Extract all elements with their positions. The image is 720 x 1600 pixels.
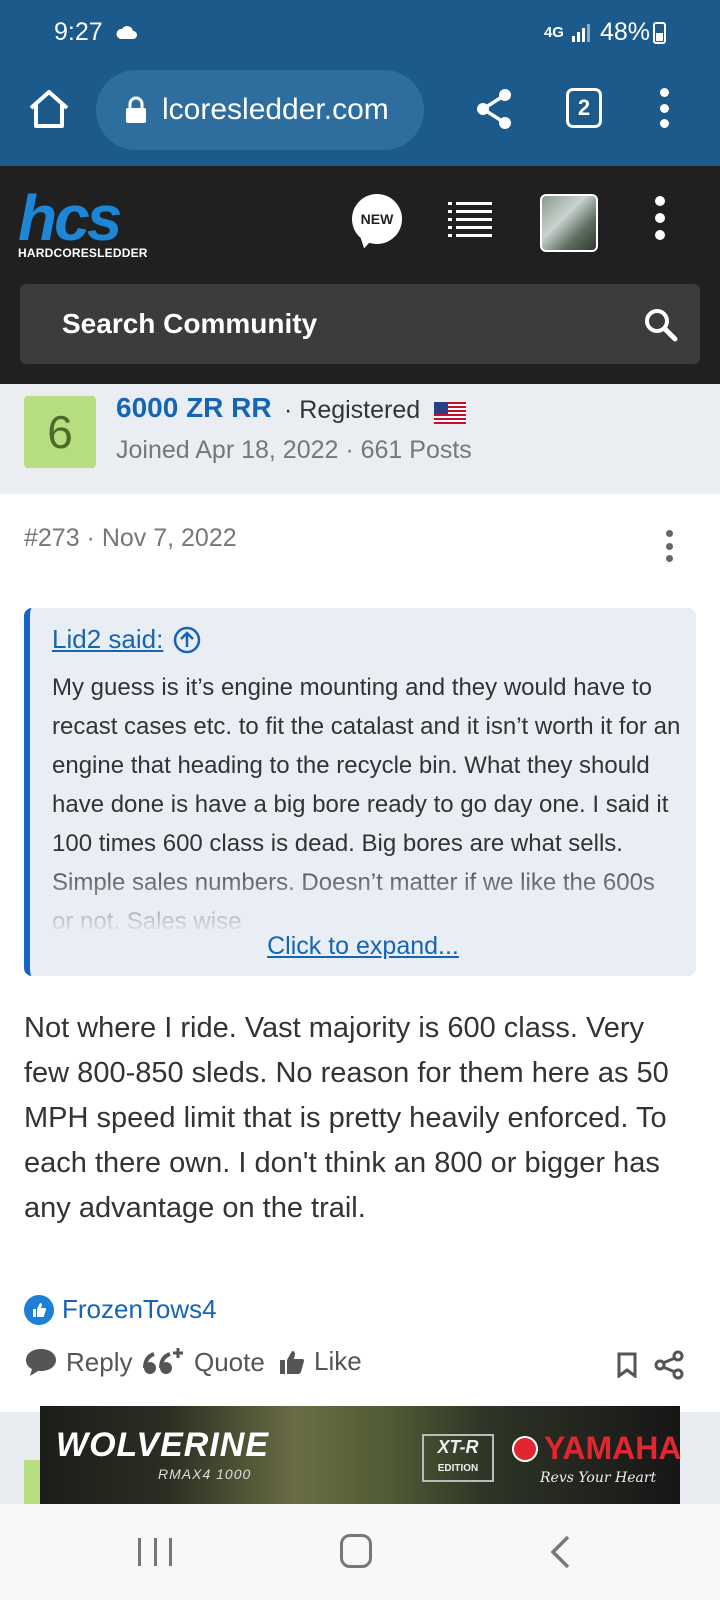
browser-menu-icon[interactable] — [652, 88, 676, 128]
battery-percent: 48% — [599, 18, 650, 46]
signal-icon — [571, 23, 590, 42]
post-likes[interactable]: FrozenTows4 — [24, 1294, 217, 1325]
cloud-icon — [116, 26, 137, 39]
search-community-input[interactable]: Search Community — [20, 284, 700, 364]
user-avatar-button[interactable] — [540, 194, 598, 252]
quote-label: Quote — [194, 1346, 265, 1377]
post-meta[interactable]: #273 · Nov 7, 2022 — [24, 524, 237, 553]
home-nav-icon[interactable] — [340, 1534, 372, 1568]
quote-button[interactable]: Quote — [142, 1346, 265, 1378]
logo-letters: hcs — [18, 182, 122, 254]
list-icon[interactable] — [448, 200, 492, 240]
site-header: hcs HARDCORESLEDDER NEW Search Community — [0, 166, 720, 384]
network-indicator: 4G — [543, 24, 564, 41]
click-to-expand-link[interactable]: Click to expand... — [30, 932, 696, 961]
us-flag-icon — [434, 402, 466, 424]
status-bar: 9:27 4G 48% — [0, 0, 720, 66]
speech-bubble-icon — [26, 1349, 56, 1376]
post-author-strip: 6 6000 ZR RR · Registered Joined Apr 18,… — [0, 384, 720, 494]
post-menu-icon[interactable] — [662, 530, 676, 562]
quote-marks-icon — [143, 1348, 183, 1374]
search-icon[interactable] — [642, 306, 678, 342]
reply-button[interactable]: Reply — [24, 1346, 132, 1378]
quote-block: Lid2 said: My guess is it’s engine mount… — [24, 608, 696, 976]
author-role: · Registered — [284, 396, 421, 424]
lock-icon — [126, 96, 146, 123]
url-text: lcoresledder.com — [162, 93, 389, 126]
ad-model-text: RMAX4 1000 — [158, 1466, 252, 1482]
site-logo[interactable]: hcs HARDCORESLEDDER — [18, 182, 148, 260]
yamaha-logo: YAMAHA — [512, 1430, 680, 1467]
browser-toolbar: lcoresledder.com 2 — [0, 66, 720, 166]
arrow-up-circle-icon[interactable] — [173, 626, 201, 654]
tab-switcher-button[interactable]: 2 — [566, 88, 602, 128]
home-icon[interactable] — [26, 86, 72, 132]
ad-banner[interactable]: WOLVERINE RMAX4 1000 XT-R EDITION YAMAHA… — [40, 1406, 680, 1504]
ad-brand-text: WOLVERINE — [56, 1426, 270, 1464]
new-posts-button[interactable]: NEW — [352, 194, 402, 244]
status-time: 9:27 — [54, 18, 103, 46]
next-post-avatar-edge — [24, 1460, 40, 1504]
ad-edition-badge: XT-R EDITION — [422, 1434, 494, 1482]
thumbs-up-icon — [280, 1350, 304, 1374]
like-label: Like — [314, 1346, 362, 1376]
author-name[interactable]: 6000 ZR RR — [116, 392, 272, 424]
ad-tagline: Revs Your Heart — [540, 1470, 657, 1486]
ad-edition-bottom: EDITION — [437, 1463, 479, 1474]
author-joined: Joined Apr 18, 2022 · 661 Posts — [116, 436, 472, 464]
share-icon[interactable] — [474, 86, 514, 132]
ad-maker-text: YAMAHA — [544, 1430, 680, 1466]
ad-edition-top: XT-R — [437, 1437, 479, 1457]
quote-header[interactable]: Lid2 said: — [52, 624, 201, 655]
search-placeholder: Search Community — [62, 308, 318, 339]
address-bar[interactable]: lcoresledder.com — [96, 70, 424, 150]
author-avatar[interactable]: 6 — [24, 396, 96, 468]
forum-post: #273 · Nov 7, 2022 Lid2 said: My guess i… — [0, 494, 720, 1412]
quote-author[interactable]: Lid2 said: — [52, 624, 163, 655]
liked-by-user[interactable]: FrozenTows4 — [62, 1294, 217, 1325]
back-icon[interactable] — [548, 1534, 572, 1570]
like-button[interactable]: Like — [278, 1346, 362, 1377]
system-nav-bar — [0, 1504, 720, 1600]
recent-apps-icon[interactable] — [138, 1538, 172, 1566]
share-post-icon[interactable] — [654, 1350, 684, 1380]
yamaha-emblem-icon — [512, 1435, 538, 1462]
post-body: Not where I ride. Vast majority is 600 c… — [24, 1012, 669, 1224]
reply-label: Reply — [66, 1346, 133, 1377]
battery-icon — [653, 22, 666, 44]
post-actions: Reply Quote Like — [24, 1346, 696, 1386]
like-reaction-icon — [24, 1294, 54, 1325]
logo-subtitle: HARDCORESLEDDER — [18, 246, 148, 260]
bookmark-icon[interactable] — [616, 1352, 638, 1378]
site-menu-icon[interactable] — [650, 196, 670, 240]
